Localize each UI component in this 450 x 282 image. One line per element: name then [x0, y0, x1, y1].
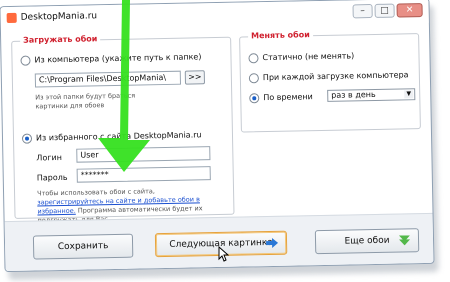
folder-hint: Из этой папки будут браться картинки для…: [35, 91, 136, 111]
desktopmania-window: DesktopMania.ru – □ ✕ Загружать обои Из …: [0, 0, 439, 281]
by-time-label[interactable]: По времени: [263, 92, 313, 102]
password-label: Пароль: [36, 172, 68, 183]
from-computer-label[interactable]: Из компьютера (укажите путь к папке): [34, 52, 201, 64]
chevron-down-icon: ▼: [404, 90, 414, 99]
login-input[interactable]: User: [76, 146, 211, 163]
static-label[interactable]: Статично (не менять): [262, 51, 354, 62]
more-wallpapers-label: Еще обои: [344, 235, 390, 247]
by-time-radio[interactable]: [249, 93, 260, 104]
download-arrow-icon: [398, 235, 411, 246]
close-button[interactable]: ✕: [396, 3, 423, 18]
change-wallpaper-group: Менять обои Статично (не менять) При каж…: [239, 30, 421, 133]
arrow-right-icon: [266, 237, 279, 248]
from-favorites-label[interactable]: Из избранного с сайта DesktopMania.ru: [36, 130, 202, 142]
save-button[interactable]: Сохранить: [32, 233, 134, 260]
more-wallpapers-button[interactable]: Еще обои: [314, 228, 420, 255]
change-group-legend: Менять обои: [247, 30, 313, 41]
maximize-button[interactable]: □: [374, 3, 395, 18]
static-radio[interactable]: [248, 53, 259, 64]
mouse-pointer-icon: [218, 246, 230, 262]
from-computer-radio[interactable]: [20, 55, 31, 66]
folder-path-input[interactable]: C:\Program Files\DesktopMania\: [34, 70, 182, 88]
from-favorites-radio[interactable]: [21, 133, 33, 144]
settings-body: Загружать обои Из компьютера (укажите пу…: [8, 25, 425, 224]
load-wallpaper-group: Загружать обои Из компьютера (укажите пу…: [11, 34, 235, 224]
button-bar: Сохранить Следующая картинка Еще обои: [4, 212, 434, 273]
on-boot-label[interactable]: При каждой загрузке компьютера: [263, 70, 409, 82]
login-label: Логин: [36, 152, 63, 163]
password-input[interactable]: *******: [76, 166, 211, 183]
app-logo-icon: [6, 12, 17, 24]
load-group-legend: Загружать обои: [20, 34, 101, 45]
browse-button[interactable]: >>: [184, 70, 206, 85]
interval-value: раз в день: [331, 89, 376, 100]
window-frame: DesktopMania.ru – □ ✕ Загружать обои Из …: [0, 0, 435, 273]
interval-select[interactable]: раз в день ▼: [327, 88, 416, 102]
window-title: DesktopMania.ru: [20, 11, 98, 23]
on-boot-radio[interactable]: [248, 73, 259, 84]
minimize-button[interactable]: –: [352, 3, 373, 19]
